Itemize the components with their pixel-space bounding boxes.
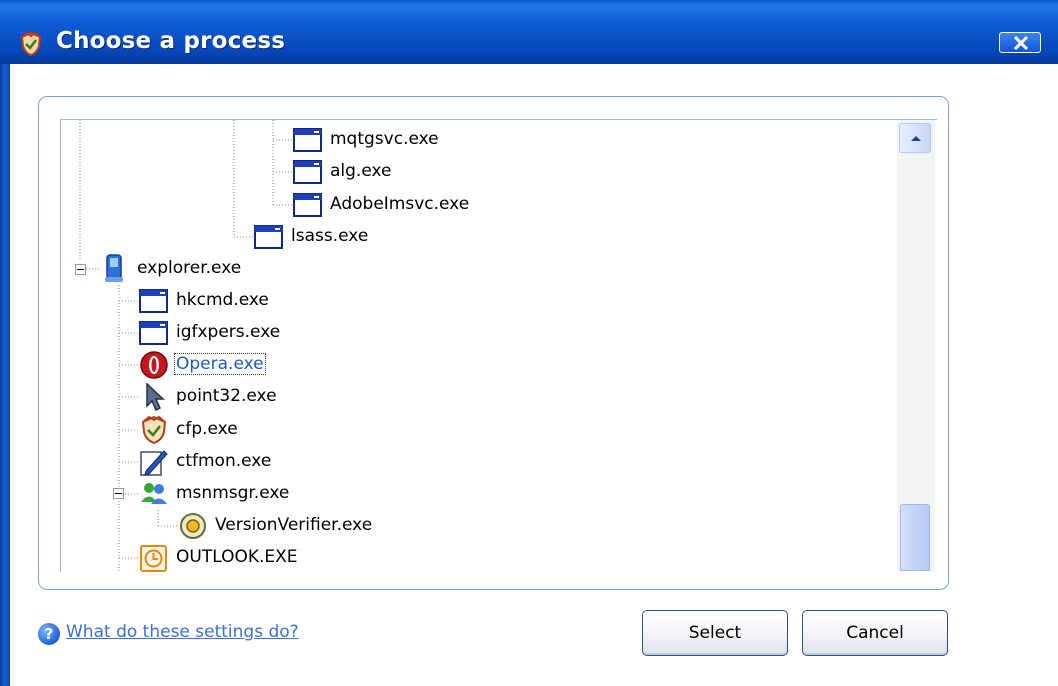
node-label: explorer.exe [137, 258, 242, 278]
msnmsgr-expander[interactable] [113, 488, 124, 499]
node-label: OUTLOOK.EXE [176, 547, 298, 567]
window-frame [0, 64, 10, 686]
scroll-thumb[interactable] [900, 504, 930, 571]
node-label: VersionVerifier.exe [215, 515, 373, 535]
app-window-icon [138, 285, 170, 317]
node-label: alg.exe [330, 161, 392, 181]
node-label: hkcmd.exe [176, 290, 269, 310]
node-label: Opera.exe [174, 353, 266, 375]
node-label: lsass.exe [291, 226, 369, 246]
node-label: cfp.exe [176, 419, 238, 439]
outlook-clock-icon [138, 542, 170, 572]
comodo-shield-icon [138, 414, 170, 446]
opera-icon [138, 349, 170, 381]
app-window-icon [292, 189, 324, 221]
app-window-icon [138, 317, 170, 349]
explorer-expander[interactable] [75, 264, 86, 275]
app-window-icon [292, 124, 324, 156]
cancel-button[interactable]: Cancel [802, 610, 948, 656]
help-link[interactable]: What do these settings do? [66, 622, 299, 642]
app-window-icon [292, 156, 324, 188]
close-icon [1013, 36, 1029, 50]
pen-icon [138, 446, 170, 478]
explorer-icon [99, 253, 131, 285]
tree-connector-lines [79, 120, 292, 572]
node-label: AdobeImsvc.exe [330, 194, 470, 214]
close-button[interactable] [999, 32, 1041, 53]
window-title: Choose a process [56, 28, 286, 54]
node-label: igfxpers.exe [176, 322, 281, 342]
comodo-shield-icon [18, 31, 44, 57]
title-bar: Choose a process [0, 0, 1058, 65]
msn-messenger-icon [138, 478, 170, 510]
mouse-pointer-icon [138, 381, 170, 413]
version-verifier-icon [177, 510, 209, 542]
tree-scrollbar[interactable] [897, 120, 935, 571]
node-label: mqtgsvc.exe [330, 129, 439, 149]
node-label: point32.exe [176, 386, 277, 406]
help-icon[interactable]: ? [38, 623, 60, 645]
chevron-up-icon [911, 136, 921, 141]
node-label: ctfmon.exe [176, 451, 272, 471]
select-button[interactable]: Select [642, 610, 788, 656]
app-window-icon [253, 221, 285, 253]
process-tree[interactable]: mqtgsvc.exe alg.exe AdobeImsvc.exe lsass… [60, 119, 937, 572]
node-label: msnmsgr.exe [176, 483, 290, 503]
scroll-up-button[interactable] [899, 123, 931, 153]
